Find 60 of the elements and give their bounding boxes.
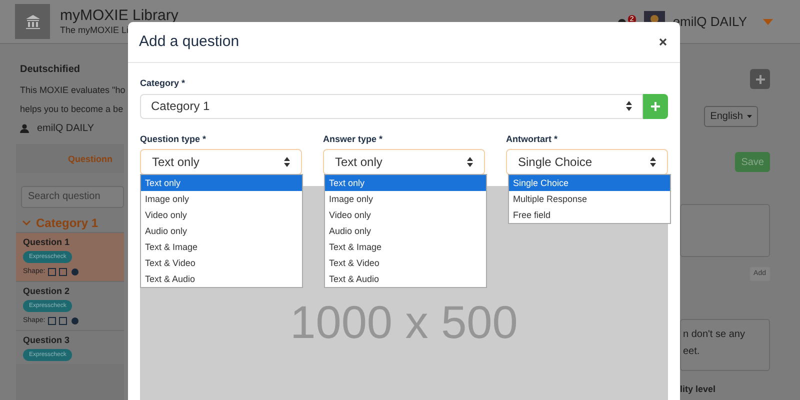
field-label: Antwortart * — [506, 132, 558, 146]
caret-down-icon[interactable] — [763, 18, 773, 24]
sort-icon — [650, 157, 656, 167]
caret-down-icon — [747, 115, 752, 118]
language-dropdown[interactable]: English — [704, 106, 758, 127]
dropdown-option[interactable]: Video only — [141, 206, 302, 222]
sort-icon — [626, 101, 632, 111]
field-label: Category * — [140, 77, 186, 90]
sort-icon — [284, 157, 290, 167]
level-label: lity level — [680, 383, 716, 396]
app-title: myMOXIE Library — [60, 6, 178, 26]
answer-text: n don't se any — [683, 328, 746, 342]
plus-icon — [756, 74, 764, 84]
select-value: Category 1 — [151, 98, 210, 115]
dropdown-option[interactable]: Text & Image — [141, 238, 302, 254]
select-value: Text only — [152, 154, 200, 171]
plus-icon — [651, 102, 660, 110]
author-name: emilQ DAILY — [37, 122, 94, 136]
question-title: Question 1 — [23, 236, 71, 248]
close-button[interactable] — [657, 36, 669, 48]
dialog-title: Add a question — [139, 32, 240, 52]
add-button[interactable] — [750, 69, 770, 89]
answer-text: eet. — [683, 345, 701, 359]
bank-icon — [24, 14, 40, 30]
select-value: Text only — [335, 154, 382, 171]
dropdown-option[interactable]: Video only — [325, 206, 486, 222]
moxie-description: This MOXIE evaluates "ho — [20, 85, 126, 95]
dropdown-option[interactable]: Image only — [325, 190, 486, 206]
add-category-button[interactable] — [643, 94, 668, 118]
answer-field[interactable]: n don't se any eet. — [680, 319, 770, 371]
dropdown-option[interactable]: Audio only — [141, 222, 302, 238]
question-title: Question 2 — [23, 284, 71, 296]
moxie-title: Deutschified — [20, 63, 82, 77]
text-area[interactable] — [680, 204, 770, 257]
dropdown-option[interactable]: Text & Video — [325, 254, 486, 270]
dropdown-option[interactable]: Image only — [141, 190, 302, 206]
question-title: Question 3 — [23, 334, 71, 346]
dropdown-option[interactable]: Audio only — [325, 222, 486, 238]
dropdown-option[interactable]: Text & Image — [325, 238, 486, 254]
user-icon — [20, 124, 29, 133]
select-value: Single Choice — [518, 154, 592, 171]
dropdown-option[interactable]: Text & Video — [141, 254, 302, 270]
search-field[interactable]: Search question — [21, 186, 124, 208]
sort-icon — [467, 157, 473, 167]
dropdown-option[interactable]: Free field — [509, 206, 670, 222]
moxie-description: helps you to become a be — [20, 104, 124, 114]
dropdown-option[interactable]: Text only — [141, 174, 302, 190]
dropdown-option[interactable]: Multiple Response — [509, 190, 670, 206]
field-label: Question type * — [140, 132, 208, 146]
shape-icons-drawing — [48, 268, 80, 276]
dropdown-option[interactable]: Text & Audio — [141, 270, 302, 286]
shape-icons-drawing — [48, 316, 80, 324]
dropdown-option[interactable]: Single Choice — [509, 174, 670, 190]
category-select[interactable]: Category 1 — [140, 94, 643, 118]
chevron-icon[interactable] — [22, 220, 31, 226]
close-icon — [659, 38, 667, 46]
app-subtitle: The myMOXIE Li — [60, 25, 130, 36]
field-label: Answer type * — [323, 132, 384, 146]
dropdown-option[interactable]: Text only — [325, 174, 486, 190]
dropdown-option[interactable]: Text & Audio — [325, 270, 486, 286]
